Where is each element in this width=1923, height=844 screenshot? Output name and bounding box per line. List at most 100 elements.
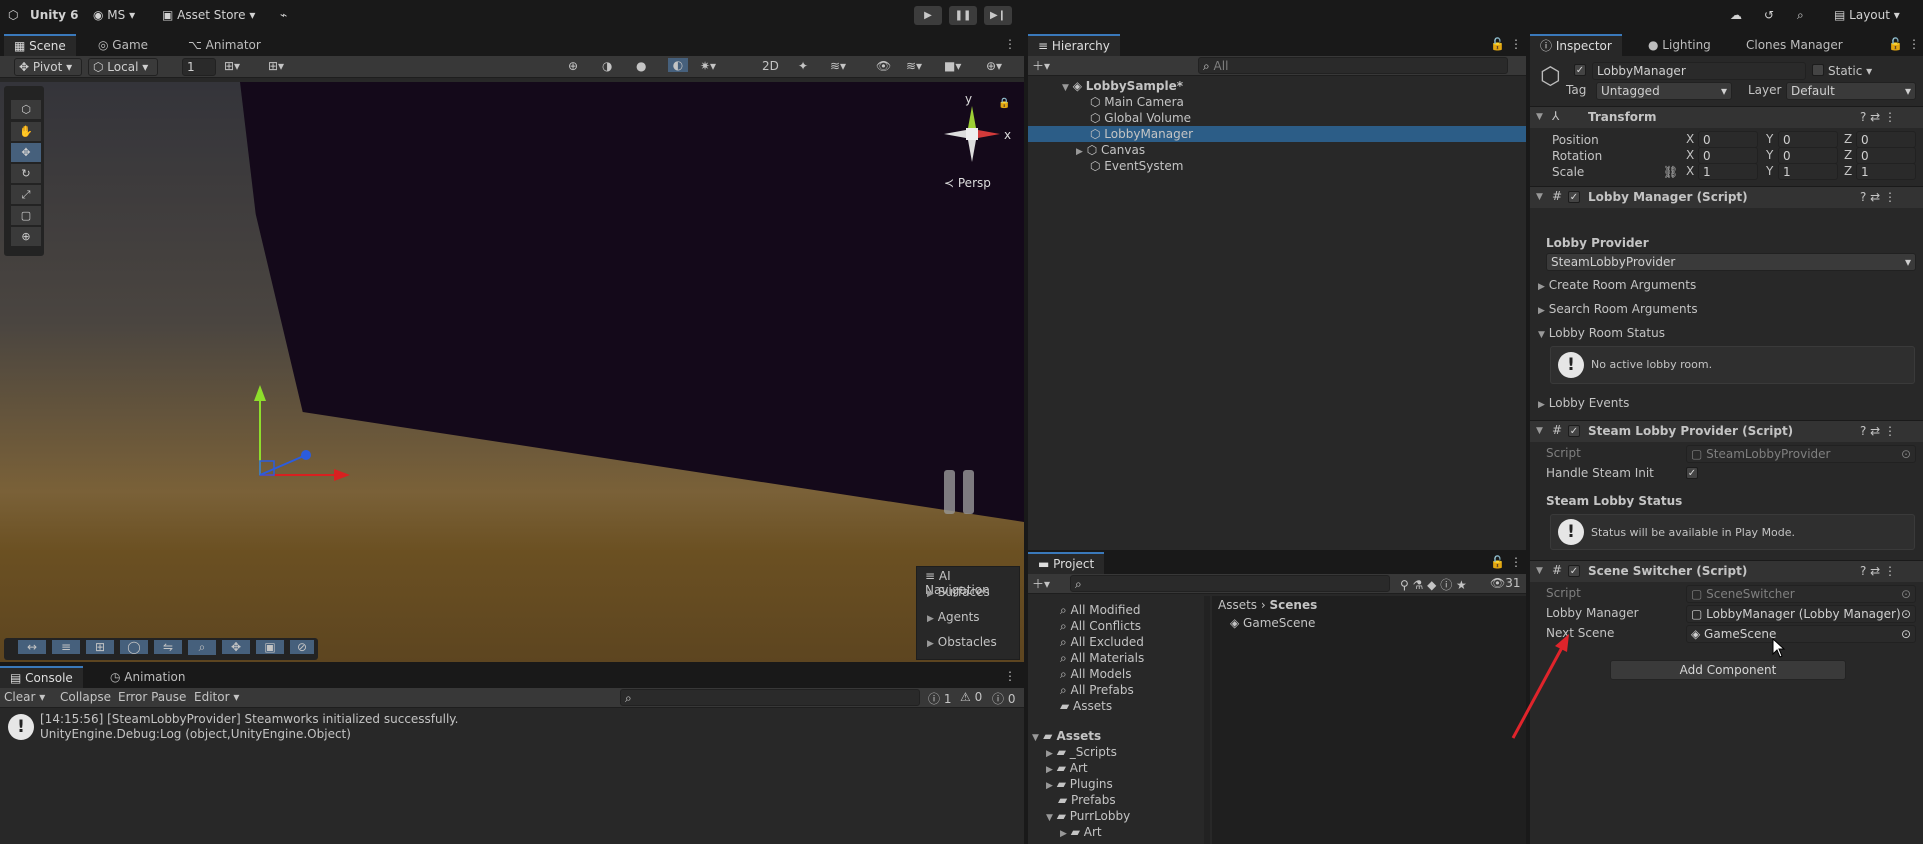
- rotation-y-field[interactable]: 0: [1778, 147, 1838, 164]
- hierarchy-more-icon[interactable]: ⋮: [1510, 37, 1522, 51]
- tab-hierarchy[interactable]: ≡ Hierarchy: [1028, 34, 1120, 56]
- cloud-icon[interactable]: ☁: [1730, 6, 1742, 24]
- shading-wireframe-icon[interactable]: ⊕: [568, 59, 578, 73]
- lobby-manager-ref-field[interactable]: ▢ LobbyManager (Lobby Manager) ⊙: [1686, 605, 1916, 623]
- project-more-icon[interactable]: ⋮: [1510, 555, 1522, 569]
- scene-switcher-enabled-checkbox[interactable]: ✓: [1568, 565, 1580, 577]
- position-x-field[interactable]: 0: [1698, 131, 1758, 148]
- orientation-gizmo[interactable]: y x 🔒 ≺ Persp: [930, 92, 1011, 202]
- console-message[interactable]: ! [14:15:56] [SteamLobbyProvider] Steamw…: [0, 710, 1024, 744]
- view-tool-cube-icon[interactable]: ⬡: [11, 100, 41, 119]
- warning-count-toggle[interactable]: ⚠ 0: [960, 690, 982, 704]
- pivot-dropdown[interactable]: ✥ Pivot ▾: [14, 58, 82, 76]
- scene-switcher-header[interactable]: ▼ # ✓ Scene Switcher (Script) ? ⇄ ⋮: [1530, 560, 1923, 582]
- project-breadcrumb[interactable]: Assets › Scenes: [1218, 598, 1317, 612]
- grid-snap-icon[interactable]: ⊞▾: [224, 59, 240, 73]
- lobby-provider-dropdown[interactable]: SteamLobbyProvider ▾: [1546, 253, 1916, 271]
- overlay-item-surfaces[interactable]: ▶ Surfaces: [927, 585, 990, 599]
- layers-icon[interactable]: ≋▾: [830, 59, 846, 73]
- play-button[interactable]: ▶: [914, 6, 942, 25]
- steam-provider-help-icon[interactable]: ? ⇄ ⋮: [1860, 424, 1896, 438]
- console-search-input[interactable]: ⌕: [620, 689, 920, 706]
- foldout-create-room-args[interactable]: ▶ Create Room Arguments: [1538, 278, 1696, 292]
- add-component-button[interactable]: Add Component: [1610, 660, 1846, 680]
- file-gamescene[interactable]: ◈ GameScene: [1230, 616, 1315, 630]
- lobby-manager-help-icon[interactable]: ? ⇄ ⋮: [1860, 190, 1896, 204]
- scale-link-icon[interactable]: ⛓: [1663, 165, 1678, 179]
- foldout-lobby-events[interactable]: ▶ Lobby Events: [1538, 396, 1629, 410]
- account-dropdown[interactable]: ◉ MS ▾: [93, 6, 135, 24]
- object-name-field[interactable]: LobbyManager: [1592, 62, 1806, 80]
- gizmo-axes-icon[interactable]: [940, 102, 1004, 166]
- lighting-toggle-icon[interactable]: ✦: [798, 59, 808, 73]
- layer-dropdown[interactable]: Default ▾: [1786, 82, 1916, 100]
- visibility-icon[interactable]: 👁: [876, 59, 891, 73]
- overlay-grid-icon[interactable]: ⊞: [86, 640, 114, 654]
- local-dropdown[interactable]: ⬡ Local ▾: [88, 58, 158, 76]
- overlay-compass-icon[interactable]: ⊘: [290, 640, 314, 654]
- tab-clones-manager[interactable]: Clones Manager: [1736, 34, 1853, 56]
- steam-provider-enabled-checkbox[interactable]: ✓: [1568, 425, 1580, 437]
- lobby-manager-enabled-checkbox[interactable]: ✓: [1568, 191, 1580, 203]
- overlay-item-obstacles[interactable]: ▶ Obstacles: [927, 635, 997, 649]
- hierarchy-lock-icon[interactable]: 🔓: [1490, 37, 1505, 51]
- project-add-button[interactable]: ＋▾: [1032, 575, 1050, 592]
- foldout-search-room-args[interactable]: ▶ Search Room Arguments: [1538, 302, 1698, 316]
- hierarchy-item-main-camera[interactable]: ⬡ Main Camera: [1028, 94, 1526, 110]
- static-checkbox[interactable]: [1812, 64, 1824, 76]
- search-icon[interactable]: ⌕: [1797, 6, 1804, 24]
- favorite-all-conflicts[interactable]: ⌕ All Conflicts: [1028, 618, 1204, 634]
- tree-folder-plugins[interactable]: ▶ ▰ Plugins: [1028, 776, 1204, 792]
- project-lock-icon[interactable]: 🔓: [1490, 555, 1505, 569]
- tab-inspector[interactable]: ⓘ Inspector: [1530, 34, 1622, 56]
- hierarchy-item-global-volume[interactable]: ⬡ Global Volume: [1028, 110, 1526, 126]
- hierarchy-item-event-system[interactable]: ⬡ EventSystem: [1028, 158, 1526, 174]
- hierarchy-add-button[interactable]: ＋▾: [1032, 57, 1050, 74]
- clear-button[interactable]: Clear ▾: [4, 690, 45, 704]
- step-button[interactable]: ▶❙: [984, 6, 1012, 25]
- hierarchy-item-lobby-manager[interactable]: ⬡ LobbyManager: [1028, 126, 1526, 142]
- tab-scene[interactable]: ▦ Scene: [4, 34, 76, 56]
- inspector-more-icon[interactable]: ⋮: [1908, 37, 1920, 51]
- version-control-icon[interactable]: ⌁: [280, 6, 287, 24]
- overlay-move-icon[interactable]: ↔: [18, 640, 46, 654]
- scale-tool-icon[interactable]: ⤢: [11, 185, 41, 204]
- hierarchy-item-canvas[interactable]: ▶ ⬡ Canvas: [1028, 142, 1526, 158]
- position-y-field[interactable]: 0: [1778, 131, 1838, 148]
- hierarchy-search-input[interactable]: ⌕ All: [1198, 57, 1508, 74]
- tree-folder-prefabs[interactable]: ▰ Prefabs: [1028, 792, 1204, 808]
- position-z-field[interactable]: 0: [1856, 131, 1916, 148]
- shading-shaded-icon[interactable]: ●: [636, 59, 646, 73]
- gizmos-icon[interactable]: ⊕▾: [986, 59, 1002, 73]
- snap-increment-field[interactable]: 1: [182, 58, 216, 76]
- steam-provider-header[interactable]: ▼ # ✓ Steam Lobby Provider (Script) ? ⇄ …: [1530, 420, 1923, 442]
- lobby-manager-header[interactable]: ▼ # ✓ Lobby Manager (Script) ? ⇄ ⋮: [1530, 186, 1923, 208]
- debug-draw-icon[interactable]: ✷▾: [700, 59, 716, 73]
- tab-project[interactable]: ▬ Project: [1028, 552, 1105, 574]
- persp-label[interactable]: ≺ Persp: [944, 176, 991, 190]
- error-pause-button[interactable]: Error Pause: [118, 690, 186, 704]
- rotate-tool-icon[interactable]: ↻: [11, 164, 41, 183]
- transform-help-icon[interactable]: ? ⇄ ⋮: [1860, 110, 1896, 124]
- active-checkbox[interactable]: ✓: [1574, 64, 1586, 76]
- favorite-all-modified[interactable]: ⌕ All Modified: [1028, 602, 1204, 618]
- tree-folder-purrlobby-art[interactable]: ▶ ▰ Art: [1028, 824, 1204, 840]
- collapse-button[interactable]: Collapse: [60, 690, 111, 704]
- more-menu-icon[interactable]: ⋮: [1004, 37, 1016, 51]
- overlay-camera-icon[interactable]: ▣: [256, 640, 284, 654]
- shading-mixed-icon[interactable]: ◑: [602, 59, 612, 73]
- overlay-nav-icon[interactable]: ⇋: [154, 640, 182, 654]
- rotation-x-field[interactable]: 0: [1698, 147, 1758, 164]
- editor-dropdown[interactable]: Editor ▾: [194, 690, 239, 704]
- tab-animation[interactable]: ◷ Animation: [100, 666, 195, 688]
- scene-switcher-help-icon[interactable]: ? ⇄ ⋮: [1860, 564, 1896, 578]
- tree-assets-root[interactable]: ▼ ▰ Assets: [1028, 728, 1204, 744]
- overlay-item-agents[interactable]: ▶ Agents: [927, 610, 980, 624]
- overlay-align-icon[interactable]: ≡: [52, 640, 80, 654]
- scale-z-field[interactable]: 1: [1856, 163, 1916, 180]
- hierarchy-scene-row[interactable]: ▼ ◈ LobbySample*: [1028, 78, 1526, 94]
- pause-button[interactable]: ❚❚: [949, 6, 977, 25]
- rect-tool-icon[interactable]: ▢: [11, 206, 41, 225]
- move-handle-gizmo[interactable]: [240, 375, 360, 485]
- history-icon[interactable]: ↺: [1764, 6, 1774, 24]
